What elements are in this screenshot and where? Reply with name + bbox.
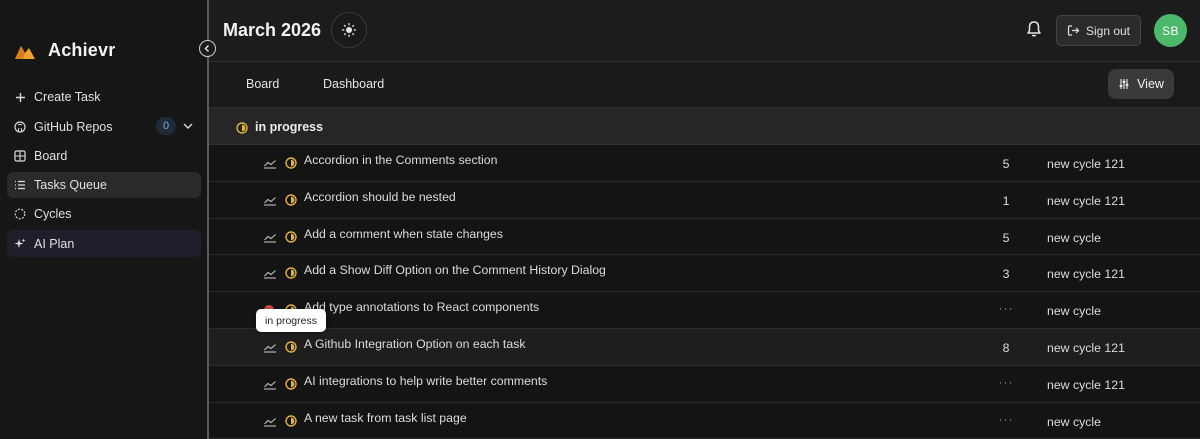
sidebar-item-github-repos[interactable]: GitHub Repos 0 bbox=[7, 113, 201, 140]
group-label: in progress bbox=[255, 120, 324, 134]
bell-icon[interactable] bbox=[1024, 19, 1044, 39]
tab-board[interactable]: Board bbox=[246, 77, 279, 91]
collapse-sidebar-button[interactable] bbox=[199, 40, 216, 57]
view-button-label: View bbox=[1137, 77, 1164, 91]
task-cycle[interactable]: new cycle 121 bbox=[1047, 267, 1125, 281]
priority-chart-icon[interactable] bbox=[263, 378, 277, 390]
task-row[interactable]: Accordion in the Comments section 5 new … bbox=[209, 145, 1200, 182]
sign-out-button[interactable]: Sign out bbox=[1056, 15, 1141, 46]
sign-out-label: Sign out bbox=[1085, 23, 1131, 38]
task-title: Add type annotations to React components bbox=[304, 300, 540, 315]
priority-chart-icon[interactable] bbox=[263, 157, 277, 169]
task-points[interactable]: 3 bbox=[986, 267, 1026, 281]
task-points[interactable]: 8 bbox=[986, 341, 1026, 355]
in-progress-status-icon bbox=[236, 122, 248, 134]
plus-icon bbox=[14, 91, 26, 103]
task-row[interactable]: A new task from task list page ··· new c… bbox=[209, 402, 1200, 439]
task-row[interactable]: Add a Show Diff Option on the Comment Hi… bbox=[209, 255, 1200, 293]
task-title: AI integrations to help write better com… bbox=[304, 373, 548, 388]
sidebar-item-label: Cycles bbox=[34, 207, 72, 222]
tab-bar: Board Dashboard View bbox=[209, 62, 1200, 108]
in-progress-status-icon[interactable] bbox=[285, 157, 297, 169]
brand[interactable]: Achievr bbox=[14, 40, 115, 61]
task-title: Accordion in the Comments section bbox=[304, 153, 498, 167]
task-row[interactable]: Add type annotations to React components… bbox=[209, 292, 1200, 329]
avatar[interactable]: SB bbox=[1154, 14, 1187, 47]
in-progress-status-icon[interactable] bbox=[285, 267, 297, 280]
sidebar-item-label: GitHub Repos bbox=[34, 119, 113, 134]
sidebar-item-create-task[interactable]: Create Task bbox=[7, 84, 201, 111]
github-icon bbox=[14, 120, 26, 133]
cycle-icon bbox=[14, 208, 26, 220]
priority-chart-icon[interactable] bbox=[263, 194, 277, 206]
task-cycle[interactable]: new cycle 121 bbox=[1047, 194, 1125, 208]
sidebar-item-label: Tasks Queue bbox=[34, 178, 107, 193]
sidebar-item-ai-plan[interactable]: AI Plan bbox=[7, 230, 201, 257]
task-title: Add a comment when state changes bbox=[304, 226, 503, 241]
sidebar-item-label: Create Task bbox=[34, 90, 101, 105]
in-progress-status-icon[interactable] bbox=[285, 378, 297, 390]
sparkle-icon bbox=[14, 238, 26, 250]
sidebar-item-cycles[interactable]: Cycles bbox=[7, 201, 201, 228]
task-points[interactable]: ··· bbox=[986, 412, 1026, 426]
sidebar-item-label: AI Plan bbox=[34, 236, 75, 251]
chevron-down-icon[interactable] bbox=[182, 120, 194, 132]
sidebar-item-board[interactable]: Board bbox=[7, 143, 201, 170]
sign-out-icon bbox=[1067, 25, 1080, 36]
page-title: March 2026 bbox=[223, 20, 322, 40]
task-cycle[interactable]: new cycle 121 bbox=[1047, 378, 1125, 392]
task-list: Accordion in the Comments section 5 new … bbox=[209, 145, 1200, 439]
task-cycle[interactable]: new cycle 121 bbox=[1047, 341, 1125, 355]
priority-chart-icon[interactable] bbox=[263, 267, 277, 279]
group-header-in-progress[interactable]: in progress bbox=[209, 108, 1200, 145]
theme-toggle-button[interactable] bbox=[331, 12, 367, 48]
board-icon bbox=[14, 150, 26, 162]
task-points[interactable]: ··· bbox=[986, 375, 1026, 389]
task-title: A new task from task list page bbox=[304, 410, 467, 425]
in-progress-status-icon[interactable] bbox=[285, 230, 297, 243]
task-title: Add a Show Diff Option on the Comment Hi… bbox=[304, 263, 606, 278]
task-points[interactable]: 5 bbox=[986, 157, 1026, 171]
sun-icon bbox=[341, 22, 357, 38]
view-options-button[interactable]: View bbox=[1108, 69, 1174, 99]
task-cycle[interactable]: new cycle bbox=[1047, 231, 1101, 245]
tab-dashboard[interactable]: Dashboard bbox=[323, 77, 384, 91]
task-row[interactable]: AI integrations to help write better com… bbox=[209, 365, 1200, 403]
app-name: Achievr bbox=[48, 40, 116, 60]
task-points[interactable]: 1 bbox=[986, 194, 1026, 208]
sliders-icon bbox=[1119, 79, 1129, 89]
status-tooltip: in progress bbox=[256, 309, 326, 332]
task-row[interactable]: Accordion should be nested 1 new cycle 1… bbox=[209, 181, 1200, 219]
chevron-left-icon bbox=[204, 44, 210, 53]
task-title: Accordion should be nested bbox=[304, 189, 456, 204]
in-progress-status-icon[interactable] bbox=[285, 341, 297, 353]
priority-chart-icon[interactable] bbox=[263, 341, 277, 353]
task-row[interactable]: Add a comment when state changes 5 new c… bbox=[209, 218, 1200, 256]
sidebar-item-label: Board bbox=[34, 148, 68, 163]
task-cycle[interactable]: new cycle 121 bbox=[1047, 157, 1125, 171]
logo-icon bbox=[15, 45, 35, 59]
task-cycle[interactable]: new cycle bbox=[1047, 415, 1101, 429]
task-cycle[interactable]: new cycle bbox=[1047, 304, 1101, 318]
sidebar: Achievr Create Task GitHub Repos 0 Board bbox=[0, 0, 208, 439]
sidebar-item-tasks-queue[interactable]: Tasks Queue bbox=[7, 171, 201, 199]
task-title: A Github Integration Option on each task bbox=[304, 336, 526, 351]
list-icon bbox=[14, 179, 26, 191]
task-row[interactable]: A Github Integration Option on each task… bbox=[209, 328, 1200, 366]
in-progress-status-icon[interactable] bbox=[285, 414, 297, 427]
repo-count-badge: 0 bbox=[156, 117, 176, 136]
task-points[interactable]: 5 bbox=[986, 231, 1026, 245]
task-points[interactable]: ··· bbox=[986, 301, 1026, 315]
top-bar: March 2026 Sign out SB bbox=[209, 0, 1200, 62]
priority-chart-icon[interactable] bbox=[263, 415, 277, 427]
in-progress-status-icon[interactable] bbox=[285, 194, 297, 206]
priority-chart-icon[interactable] bbox=[263, 231, 277, 243]
sidebar-nav: Create Task GitHub Repos 0 Board Tasks Q… bbox=[7, 84, 201, 260]
